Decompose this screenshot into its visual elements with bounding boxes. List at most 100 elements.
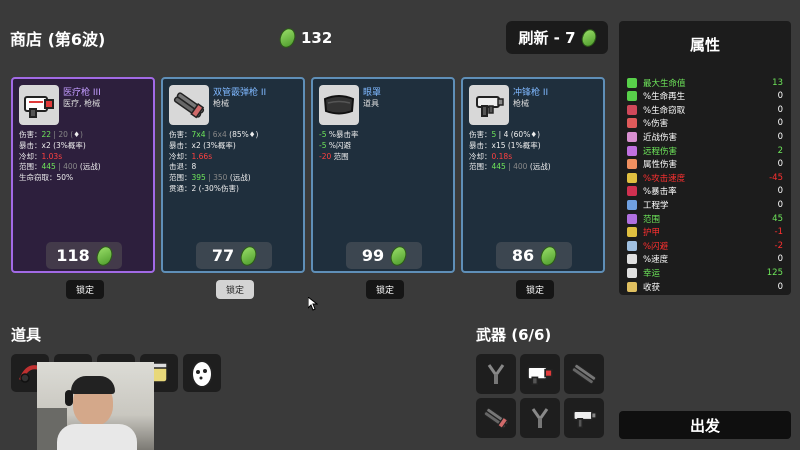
stat-value: 125 — [766, 267, 783, 278]
melee-icon — [627, 131, 637, 142]
crit-icon — [627, 186, 637, 197]
price-button[interactable]: 118 — [46, 242, 122, 269]
stat-value: -45 — [769, 172, 783, 183]
armor-icon — [627, 227, 637, 238]
stat-label: %暴击率 — [643, 187, 677, 198]
stats-title: 属性 — [689, 36, 720, 54]
price-value: 77 — [211, 246, 235, 265]
stat-row: 工程学 0 — [627, 198, 783, 211]
price-button[interactable]: 77 — [196, 242, 272, 269]
stat-line: 暴击：x2 (3%概率) — [169, 140, 236, 150]
price-value: 99 — [361, 246, 385, 265]
stat-value: 0 — [777, 199, 783, 210]
stat-value: -1 — [774, 227, 783, 238]
item-slot[interactable] — [183, 354, 221, 392]
stat-line: 范围：445 | 400 (远战) — [19, 162, 101, 172]
stat-label: 护甲 — [643, 228, 661, 239]
stat-row: 属性伤害 0 — [627, 158, 783, 171]
stat-line: 范围：395 | 350 (远战) — [169, 173, 251, 183]
reroll-button[interactable]: 刷新 - 7 — [506, 21, 608, 54]
price-value: 118 — [56, 246, 90, 265]
stat-value: 2 — [777, 145, 783, 156]
lock-button-2[interactable]: 锁定 — [216, 280, 255, 299]
material-gem-icon — [277, 26, 298, 50]
stat-row: 近战伤害 0 — [627, 130, 783, 143]
materials-count: 132 — [301, 29, 333, 47]
stat-line: -5 %闪避 — [319, 140, 351, 150]
attack-speed-icon — [627, 172, 637, 183]
harvest-icon — [627, 281, 637, 292]
shop-card-medical-gun[interactable]: 医疗枪 III 医疗, 枪械 伤害：22 | 20 (♦) 暴击：x2 (3%概率… — [11, 77, 155, 273]
weapon-slot[interactable] — [564, 354, 604, 394]
dodge-icon — [627, 240, 637, 251]
stat-row: 收获 0 — [627, 280, 783, 293]
material-gem-icon — [388, 243, 410, 268]
item-stats: 伤害：5 | 4 (60%♦) 暴击：x15 (1%概率) 冷却：0.18s 范围：4… — [469, 130, 551, 173]
stat-row: %伤害 0 — [627, 117, 783, 130]
stat-value: 0 — [777, 91, 783, 102]
stat-line: 冷却：0.18s — [469, 151, 513, 161]
go-button[interactable]: 出发 — [619, 411, 791, 439]
material-gem-icon — [538, 243, 560, 268]
smg-icon — [469, 85, 509, 125]
stat-label: 范围 — [643, 214, 661, 225]
range-icon — [627, 213, 637, 224]
stat-label: %速度 — [643, 255, 669, 266]
stat-row: %生命再生 0 — [627, 90, 783, 103]
stat-value: 0 — [777, 159, 783, 170]
luck-icon — [627, 267, 637, 278]
shop-title: 商店 (第6波) — [10, 30, 106, 49]
stat-row: %攻击速度 -45 — [627, 171, 783, 184]
shop-card-double-barrel-shotgun[interactable]: 双管霰弹枪 II 枪械 伤害：7x4 | 6x4 (85%♦) 暴击：x2 (3%… — [161, 77, 305, 273]
stat-line: 生命窃取：50% — [19, 173, 74, 183]
stat-value: 0 — [777, 186, 783, 197]
lock-button-3[interactable]: 锁定 — [366, 280, 405, 299]
stat-line: 贯通：2 (-30%伤害) — [169, 183, 239, 193]
stat-label: 收获 — [643, 282, 661, 293]
stat-value: 0 — [777, 131, 783, 142]
stat-row: %闪避 -2 — [627, 239, 783, 252]
materials-counter: 132 — [277, 26, 333, 50]
stat-label: 工程学 — [643, 200, 669, 211]
stat-line: 伤害：22 | 20 (♦) — [19, 130, 83, 139]
stat-line: 暴击：x15 (1%概率) — [469, 140, 541, 150]
price-button[interactable]: 86 — [496, 242, 572, 269]
price-button[interactable]: 99 — [346, 242, 422, 269]
stat-row: %速度 0 — [627, 253, 783, 266]
weapon-slot[interactable] — [476, 398, 516, 438]
item-name: 双管霰弹枪 II — [213, 88, 267, 98]
weapon-slot[interactable] — [520, 398, 560, 438]
item-name: 冲锋枪 II — [513, 88, 549, 98]
stat-value: 0 — [777, 118, 783, 129]
weapons-inventory — [476, 354, 604, 438]
stat-line: 冷却：1.66s — [169, 151, 213, 161]
price-value: 86 — [511, 246, 535, 265]
lock-button-1[interactable]: 锁定 — [66, 280, 105, 299]
stat-label: %伤害 — [643, 119, 669, 130]
heart-icon — [627, 77, 637, 88]
stat-line: 暴击：x2 (3%概率) — [19, 140, 86, 150]
stat-label: 属性伤害 — [643, 160, 678, 171]
stat-label: %攻击速度 — [643, 173, 686, 184]
stat-value: 45 — [772, 213, 783, 224]
stat-row: %暴击率 0 — [627, 185, 783, 198]
stat-line: 伤害：5 | 4 (60%♦) — [469, 130, 540, 139]
shop-card-blindfold[interactable]: 眼罩 道具 -5 %暴击率 -5 %闪避 -20 范围 99 — [311, 77, 455, 273]
speed-icon — [627, 254, 637, 265]
weapon-slot[interactable] — [564, 398, 604, 438]
weapon-slot[interactable] — [520, 354, 560, 394]
weapon-slot[interactable] — [476, 354, 516, 394]
item-name: 眼罩 — [363, 88, 382, 98]
ranged-icon — [627, 145, 637, 156]
medical-gun-icon — [19, 85, 59, 125]
material-gem-icon — [93, 243, 115, 268]
elemental-icon — [627, 159, 637, 170]
lock-button-4[interactable]: 锁定 — [516, 280, 555, 299]
stat-label: 远程伤害 — [643, 146, 678, 157]
stat-label: %生命窃取 — [643, 105, 686, 116]
mouse-cursor — [307, 295, 319, 315]
lifesteal-icon — [627, 104, 637, 115]
item-stats: -5 %暴击率 -5 %闪避 -20 范围 — [319, 130, 359, 162]
stat-label: 幸运 — [643, 268, 661, 279]
shop-card-smg[interactable]: 冲锋枪 II 枪械 伤害：5 | 4 (60%♦) 暴击：x15 (1%概率) 冷却… — [461, 77, 605, 273]
